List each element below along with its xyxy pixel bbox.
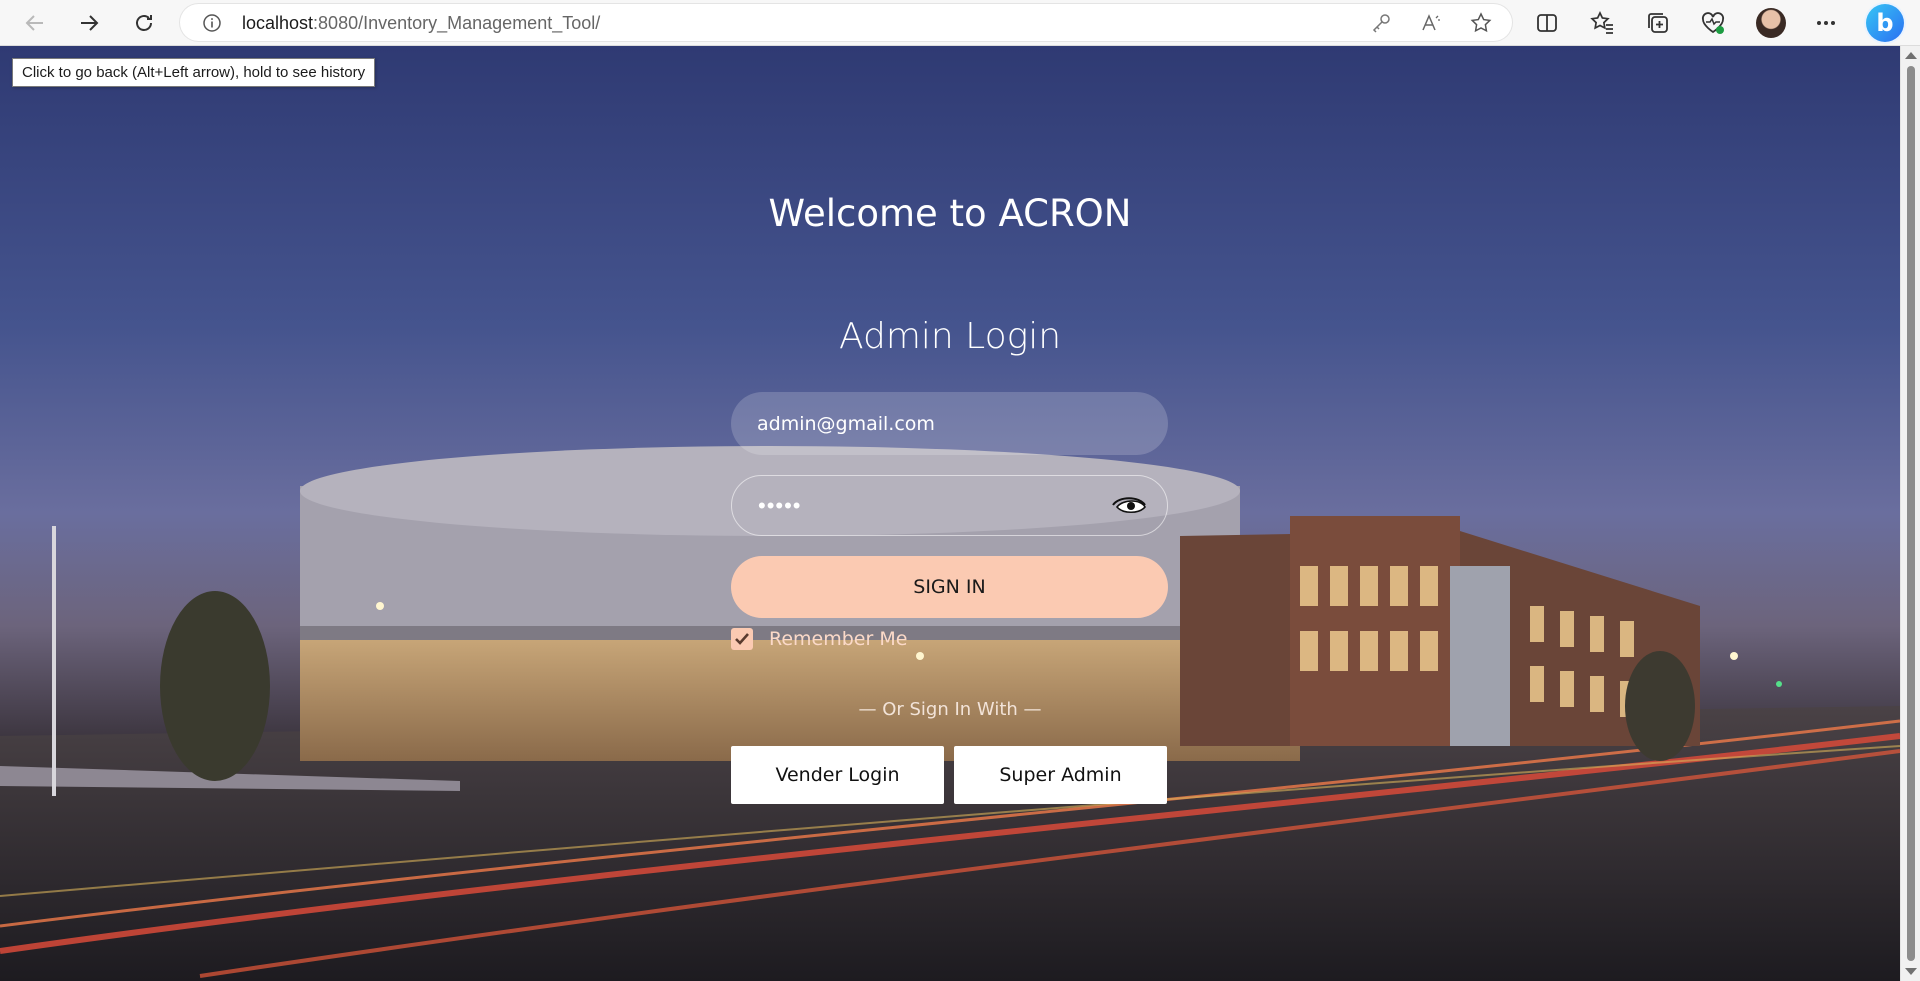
key-icon[interactable]	[1370, 12, 1392, 34]
login-title: Admin Login	[838, 316, 1062, 357]
remember-me-checkbox[interactable]: Remember Me	[731, 626, 907, 652]
sign-in-button[interactable]: SIGN IN	[731, 556, 1168, 618]
vertical-scrollbar[interactable]	[1900, 46, 1920, 981]
favorite-star-icon[interactable]	[1470, 12, 1492, 34]
bing-copilot-icon[interactable]: b	[1866, 4, 1904, 42]
scrollbar-thumb[interactable]	[1907, 66, 1915, 961]
welcome-heading: Welcome to ACRON	[768, 192, 1132, 235]
back-icon	[25, 15, 43, 31]
remember-me-label: Remember Me	[769, 628, 908, 650]
refresh-button[interactable]	[129, 8, 159, 38]
or-sign-in-with-divider: — Or Sign In With —	[858, 699, 1042, 720]
scroll-up-arrow[interactable]	[1905, 52, 1917, 59]
show-password-eye-icon[interactable]	[1111, 494, 1147, 516]
email-field[interactable]	[731, 392, 1168, 455]
more-menu-icon[interactable]	[1813, 10, 1839, 36]
url-text[interactable]: localhost:8080/Inventory_Management_Tool…	[242, 13, 600, 34]
back-button-tooltip: Click to go back (Alt+Left arrow), hold …	[12, 58, 376, 87]
collections-icon[interactable]	[1645, 10, 1671, 36]
forward-icon	[81, 15, 99, 31]
vendor-login-button[interactable]: Vender Login	[731, 746, 944, 804]
favorites-icon[interactable]	[1589, 10, 1615, 36]
checkbox-checked[interactable]	[731, 628, 753, 650]
password-field-wrapper[interactable]	[731, 475, 1168, 536]
split-screen-icon[interactable]	[1534, 10, 1560, 36]
browser-essentials-icon[interactable]	[1700, 10, 1726, 36]
password-field[interactable]	[756, 490, 1090, 522]
page-viewport: Click to go back (Alt+Left arrow), hold …	[0, 46, 1900, 981]
address-bar[interactable]: localhost:8080/Inventory_Management_Tool…	[180, 4, 1512, 41]
read-aloud-icon[interactable]	[1420, 12, 1442, 34]
scroll-down-arrow[interactable]	[1905, 968, 1917, 975]
super-admin-button[interactable]: Super Admin	[954, 746, 1167, 804]
forward-button[interactable]	[74, 8, 104, 38]
checkmark-icon	[735, 633, 749, 645]
profile-avatar-icon[interactable]	[1756, 8, 1786, 38]
browser-toolbar: localhost:8080/Inventory_Management_Tool…	[0, 0, 1920, 46]
back-button[interactable]	[20, 8, 50, 38]
info-icon[interactable]	[202, 13, 222, 33]
refresh-icon	[136, 15, 152, 31]
